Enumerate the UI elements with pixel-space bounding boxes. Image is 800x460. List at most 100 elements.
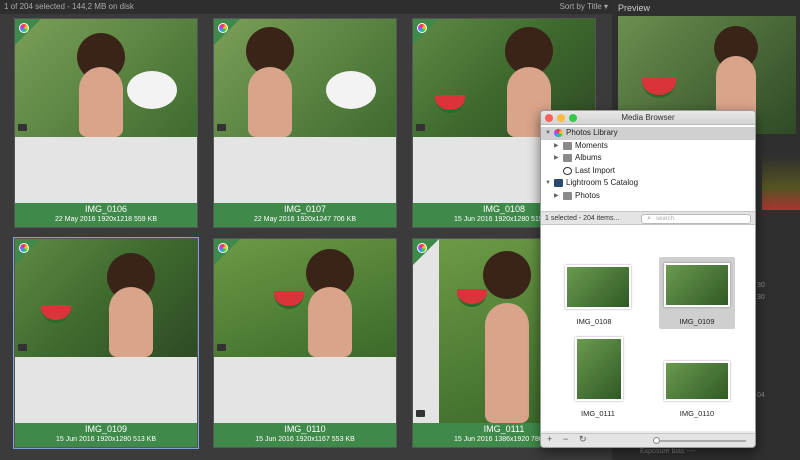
card-caption: IMG_0107 22 May 2016 1920x1247 706 KB xyxy=(214,203,396,227)
tree-label: Lightroom 5 Catalog xyxy=(566,178,639,187)
remove-button[interactable]: − xyxy=(563,434,568,444)
filter-bar: 1 selected - 204 items... search ⌕ xyxy=(541,211,755,225)
media-label: IMG_0109 xyxy=(679,317,715,326)
side-value: 30 xyxy=(757,282,765,289)
card-caption: IMG_0110 15 Jun 2016 1920x1167 553 KB xyxy=(214,423,396,447)
camera-icon xyxy=(416,124,425,131)
media-browser-window: Media Browser ▼ Photos Library ▶ Moments… xyxy=(540,110,756,448)
size-slider-knob[interactable] xyxy=(653,437,660,444)
add-button[interactable]: + xyxy=(547,434,552,444)
refresh-button[interactable]: ↻ xyxy=(579,434,587,445)
size-slider[interactable] xyxy=(656,440,746,442)
color-badge xyxy=(15,19,41,45)
preview-label: Preview xyxy=(618,3,651,13)
card-title: IMG_0107 xyxy=(283,204,327,214)
color-badge xyxy=(413,239,439,265)
window-titlebar[interactable]: Media Browser xyxy=(541,111,755,125)
folder-icon xyxy=(563,154,572,162)
image-card[interactable]: IMG_0109 15 Jun 2016 1920x1280 513 KB xyxy=(13,237,199,449)
card-meta: 15 Jun 2016 1920x1167 553 KB xyxy=(255,436,355,443)
color-badge xyxy=(214,19,240,45)
disclosure-triangle-icon[interactable]: ▼ xyxy=(545,127,551,140)
search-icon: ⌕ xyxy=(647,215,651,222)
card-title: IMG_0109 xyxy=(84,424,128,434)
exposure-bias-label: Exposure bias ---- xyxy=(640,448,696,455)
media-item[interactable]: IMG_0111 xyxy=(565,337,631,427)
card-meta: 22 May 2016 1920x1218 559 KB xyxy=(55,216,157,223)
media-thumbnail xyxy=(575,337,623,401)
media-item[interactable]: IMG_0108 xyxy=(555,259,633,329)
card-title: IMG_0110 xyxy=(284,424,326,434)
tree-label: Photos Library xyxy=(566,128,618,137)
photos-icon xyxy=(417,23,427,33)
photos-icon xyxy=(19,243,29,253)
selection-status: 1 of 204 selected - 144,2 MB on disk xyxy=(4,2,134,11)
disclosure-triangle-icon[interactable]: ▼ xyxy=(545,177,551,190)
histogram xyxy=(762,155,800,210)
image-card[interactable]: IMG_0106 22 May 2016 1920x1218 559 KB xyxy=(14,18,198,228)
photos-icon xyxy=(554,129,563,137)
card-title: IMG_0106 xyxy=(84,204,128,214)
color-badge xyxy=(15,239,41,265)
card-caption: IMG_0109 15 Jun 2016 1920x1280 513 KB xyxy=(15,423,197,447)
folder-icon xyxy=(563,191,572,200)
search-input[interactable]: search xyxy=(641,214,751,224)
camera-icon xyxy=(18,344,27,351)
tree-item-photos[interactable]: ▶ Photos xyxy=(541,190,755,203)
media-label: IMG_0108 xyxy=(576,317,612,326)
media-thumbnail xyxy=(664,263,730,307)
tree-label: Albums xyxy=(575,153,602,162)
photos-icon xyxy=(218,243,228,253)
tree-item-albums[interactable]: ▶ Albums xyxy=(541,152,755,165)
media-item[interactable]: IMG_0109 xyxy=(659,257,735,329)
side-value: 04 xyxy=(757,392,765,399)
window-title: Media Browser xyxy=(621,113,675,122)
media-grid: IMG_0108 IMG_0109 IMG_0111 IMG_0110 xyxy=(541,225,755,431)
photos-icon xyxy=(417,243,427,253)
tree-item-last-import[interactable]: Last Import xyxy=(541,165,755,178)
side-value: 30 xyxy=(757,294,765,301)
media-label: IMG_0110 xyxy=(679,409,715,418)
source-tree: ▼ Photos Library ▶ Moments ▶ Albums Last… xyxy=(541,125,755,211)
thumbnail xyxy=(15,19,197,137)
thumbnail xyxy=(214,239,396,357)
camera-icon xyxy=(217,124,226,131)
color-badge xyxy=(413,19,439,45)
card-caption: IMG_0106 22 May 2016 1920x1218 559 KB xyxy=(15,203,197,227)
zoom-button[interactable] xyxy=(569,114,577,122)
lightroom-icon xyxy=(554,179,563,187)
tree-item-photos-library[interactable]: ▼ Photos Library xyxy=(541,127,755,140)
image-grid: IMG_0106 22 May 2016 1920x1218 559 KB IM… xyxy=(0,14,612,460)
media-thumbnail xyxy=(664,361,730,401)
minimize-button[interactable] xyxy=(557,114,565,122)
disclosure-triangle-icon[interactable]: ▶ xyxy=(554,140,559,153)
thumbnail xyxy=(15,239,197,357)
card-meta: 22 May 2016 1920x1247 706 KB xyxy=(254,216,356,223)
tree-item-lightroom-catalog[interactable]: ▼ Lightroom 5 Catalog xyxy=(541,177,755,190)
media-thumbnail xyxy=(565,265,631,309)
media-browser-toolbar: + − ↻ xyxy=(541,433,755,447)
camera-icon xyxy=(18,124,27,131)
photos-icon xyxy=(218,23,228,33)
image-card[interactable]: IMG_0110 15 Jun 2016 1920x1167 553 KB xyxy=(213,238,397,448)
close-button[interactable] xyxy=(545,114,553,122)
camera-icon xyxy=(217,344,226,351)
disclosure-triangle-icon[interactable]: ▶ xyxy=(554,152,559,165)
status-bar: 1 of 204 selected - 144,2 MB on disk Sor… xyxy=(0,0,612,14)
tree-label: Photos xyxy=(575,190,600,200)
sort-dropdown[interactable]: Sort by Title ▾ xyxy=(560,0,608,14)
photos-icon xyxy=(19,23,29,33)
card-meta: 15 Jun 2016 1920x1280 513 KB xyxy=(55,436,157,443)
tree-label: Moments xyxy=(575,140,608,150)
clock-icon xyxy=(563,166,572,175)
camera-icon xyxy=(416,410,425,417)
thumbnail xyxy=(214,19,396,137)
tree-label: Last Import xyxy=(575,165,616,175)
tree-item-moments[interactable]: ▶ Moments xyxy=(541,140,755,153)
folder-icon xyxy=(563,141,572,150)
media-item[interactable]: IMG_0110 xyxy=(659,361,735,427)
color-badge xyxy=(214,239,240,265)
image-card[interactable]: IMG_0107 22 May 2016 1920x1247 706 KB xyxy=(213,18,397,228)
selection-info[interactable]: 1 selected - 204 items... xyxy=(545,214,619,224)
disclosure-triangle-icon[interactable]: ▶ xyxy=(554,190,559,203)
